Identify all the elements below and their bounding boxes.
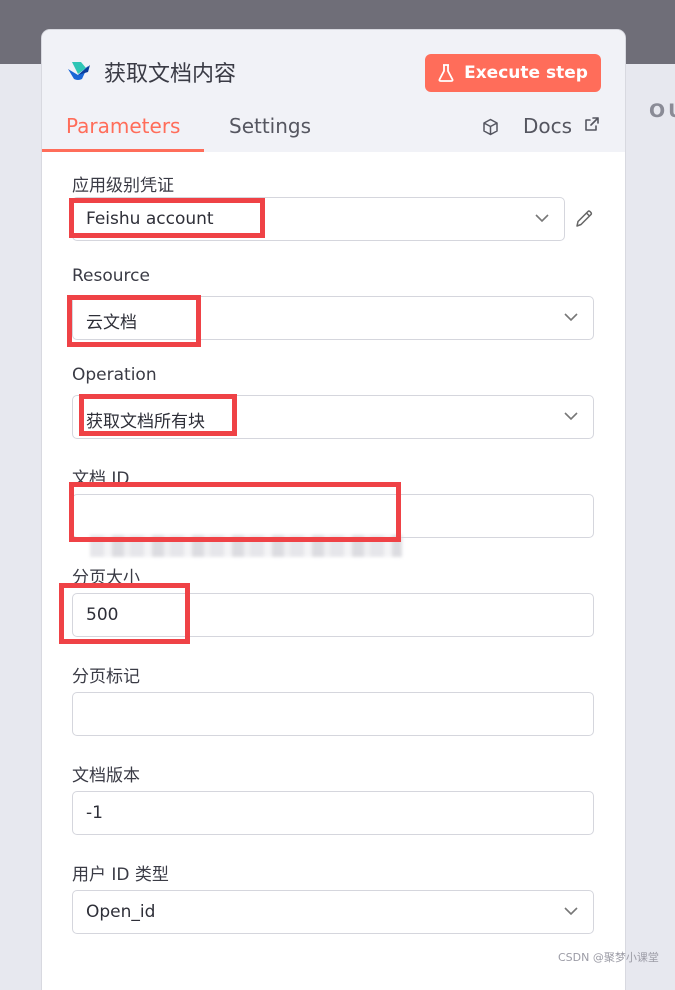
page-token-input[interactable] (72, 692, 594, 736)
active-tab-indicator (42, 149, 204, 152)
doc-id-input[interactable] (72, 494, 594, 538)
credential-select[interactable]: Feishu account (72, 197, 565, 241)
external-link-icon[interactable] (584, 116, 600, 132)
operation-value: 获取文档所有块 (86, 412, 205, 432)
cube-icon[interactable] (482, 118, 499, 136)
node-title: 获取文档内容 (104, 62, 237, 87)
execute-step-button[interactable]: Execute step (425, 54, 601, 92)
watermark-text: CSDN @聚梦小课堂 (558, 951, 659, 964)
user-id-type-select[interactable]: Open_id (72, 890, 594, 934)
resource-select[interactable]: 云文档 (72, 296, 594, 340)
chevron-down-icon (564, 907, 578, 916)
chevron-down-icon (564, 313, 578, 322)
credential-label: 应用级别凭证 (72, 176, 174, 196)
resource-value: 云文档 (86, 313, 137, 333)
page-token-label: 分页标记 (72, 667, 140, 687)
operation-select[interactable]: 获取文档所有块 (72, 395, 594, 439)
output-panel-label: OU (649, 100, 675, 122)
credential-value: Feishu account (86, 209, 214, 229)
edit-pencil-icon[interactable] (574, 209, 594, 229)
resource-label: Resource (72, 266, 150, 286)
tab-parameters[interactable]: Parameters (66, 114, 180, 138)
chevron-down-icon (535, 214, 549, 223)
flask-icon (438, 64, 454, 82)
node-parameters-panel: 获取文档内容 Execute step Parameters Settings … (42, 30, 625, 990)
doc-version-label: 文档版本 (72, 766, 140, 786)
doc-version-input[interactable]: -1 (72, 791, 594, 835)
redacted-doc-id (90, 535, 402, 557)
feishu-logo-icon (68, 62, 90, 80)
doc-version-value: -1 (86, 803, 103, 823)
user-id-type-label: 用户 ID 类型 (72, 865, 169, 885)
page-size-label: 分页大小 (72, 568, 140, 588)
docs-link[interactable]: Docs (523, 114, 572, 138)
page-size-value: 500 (86, 605, 119, 625)
operation-label: Operation (72, 365, 157, 385)
user-id-type-value: Open_id (86, 902, 156, 922)
doc-id-label: 文档 ID (72, 469, 130, 489)
execute-step-label: Execute step (464, 63, 588, 83)
panel-header: 获取文档内容 Execute step Parameters Settings … (42, 30, 625, 152)
page-size-input[interactable]: 500 (72, 593, 594, 637)
tab-settings[interactable]: Settings (229, 114, 311, 138)
chevron-down-icon (564, 412, 578, 421)
